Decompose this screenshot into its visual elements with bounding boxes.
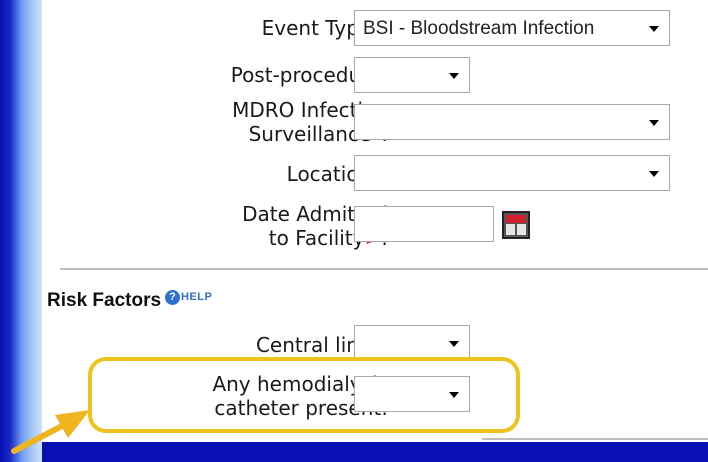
left-stripe	[0, 0, 42, 462]
event-type-value: BSI - Bloodstream Infection	[363, 18, 595, 39]
risk-factors-title: Risk Factors	[47, 290, 162, 311]
post-procedure-select[interactable]	[354, 57, 470, 93]
chevron-down-icon	[649, 171, 659, 177]
event-type-select[interactable]: BSI - Bloodstream Infection	[354, 10, 670, 46]
mdro-select[interactable]	[354, 104, 670, 140]
section-divider	[60, 268, 708, 270]
calendar-icon-grid	[506, 224, 526, 235]
date-admitted-input[interactable]	[354, 206, 494, 242]
bottom-divider	[482, 438, 708, 440]
chevron-down-icon	[649, 26, 659, 32]
calendar-icon-header	[506, 215, 526, 223]
chevron-down-icon	[649, 120, 659, 126]
mdro-label-line2-text: Surveillance	[248, 122, 372, 146]
central-line-select[interactable]	[354, 325, 470, 361]
calendar-icon[interactable]	[502, 211, 530, 239]
location-select[interactable]	[354, 155, 670, 191]
highlight-outline	[88, 357, 520, 433]
chevron-down-icon	[449, 73, 459, 79]
help-link[interactable]: HELP	[181, 291, 212, 303]
help-icon[interactable]: ?	[165, 290, 180, 305]
chevron-down-icon	[449, 341, 459, 347]
date-admitted-label-line2-text: to Facility	[268, 226, 365, 250]
